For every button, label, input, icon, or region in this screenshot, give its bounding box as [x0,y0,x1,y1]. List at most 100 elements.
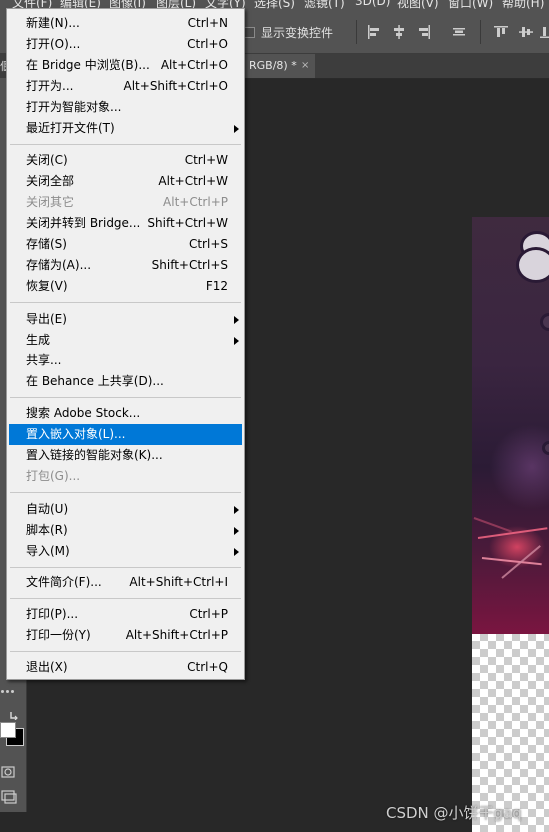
menu-item-share[interactable]: 共享... [9,350,242,371]
menu-item-generate[interactable]: 生成 [9,330,242,351]
menu-separator [10,397,241,398]
menu-item-close-others: 关闭其它 Alt+Ctrl+P [9,192,242,213]
menu-filter[interactable]: 滤镜(T) [304,0,345,9]
menu-window[interactable]: 窗口(W) [448,0,493,9]
menu-item-label: 自动(U) [26,502,69,516]
menu-separator [10,302,241,303]
menu-help[interactable]: 帮助(H) [502,0,544,9]
menu-item-label: 脚本(R) [26,523,68,537]
menu-separator [10,651,241,652]
show-transform-controls-checkbox[interactable] [244,27,255,38]
menu-item-print-one-copy[interactable]: 打印一份(Y) Alt+Shift+Ctrl+P [9,625,242,646]
menu-3d[interactable]: 3D(D) [355,0,390,8]
menu-item-exit[interactable]: 退出(X) Ctrl+Q [9,657,242,678]
menu-item-label: 搜索 Adobe Stock... [26,406,141,420]
align-vertical-center-icon[interactable] [518,24,534,40]
menu-item-share-on-behance[interactable]: 在 Behance 上共享(D)... [9,371,242,392]
tool-dots [1,690,15,694]
menu-item-shortcut: Alt+Shift+Ctrl+P [125,628,228,642]
submenu-arrow-icon [234,527,239,535]
menu-item-package: 打包(G)... [9,466,242,487]
align-right-icon[interactable] [416,24,432,40]
align-horizontal-center-icon[interactable] [391,24,407,40]
menu-item-label: 共享... [26,353,62,367]
menu-item-shortcut: Ctrl+O [187,37,228,51]
menu-item-close[interactable]: 关闭(C) Ctrl+W [9,150,242,171]
menu-item-label: 打印一份(Y) [26,628,91,642]
menu-item-close-all[interactable]: 关闭全部 Alt+Ctrl+W [9,171,242,192]
document-tab-title: RGB/8) * [249,59,297,72]
menu-item-open-recent[interactable]: 最近打开文件(T) [9,118,242,139]
light-flare [481,557,542,566]
menu-item-shortcut: Ctrl+Q [187,660,228,674]
menu-item-label: 最近打开文件(T) [26,121,115,135]
menu-item-shortcut: Ctrl+P [189,607,228,621]
menu-item-revert[interactable]: 恢复(V) F12 [9,276,242,297]
document-canvas[interactable] [472,217,549,832]
ring-shape [540,313,549,331]
file-menu-dropdown: 新建(N)... Ctrl+N 打开(O)... Ctrl+O 在 Bridge 中… [6,8,245,680]
menu-item-export[interactable]: 导出(E) [9,309,242,330]
menu-item-shortcut: Shift+Ctrl+S [151,258,228,272]
menu-item-shortcut: F12 [205,279,228,293]
menu-item-import[interactable]: 导入(M) [9,541,242,562]
menu-view[interactable]: 视图(V) [397,0,439,9]
menu-item-label: 导入(M) [26,544,70,558]
menu-item-browse-in-bridge[interactable]: 在 Bridge 中浏览(B)... Alt+Ctrl+O [9,55,242,76]
menu-separator [10,567,241,568]
menu-item-label: 关闭其它 [26,195,75,209]
menu-item-label: 打开为... [26,79,74,93]
menu-item-label: 新建(N)... [26,16,80,30]
submenu-arrow-icon [234,506,239,514]
align-top-icon[interactable] [493,24,509,40]
menu-item-open-as-smart-object[interactable]: 打开为智能对象... [9,97,242,118]
swap-colors-icon[interactable] [9,708,21,720]
menu-item-open-as[interactable]: 打开为... Alt+Shift+Ctrl+O [9,76,242,97]
close-tab-icon[interactable]: × [301,54,309,77]
options-divider [480,20,481,44]
dot-icon [11,690,14,693]
menu-item-label: 存储(S) [26,237,67,251]
screen-mode-icon[interactable] [1,790,17,804]
options-divider [356,20,357,44]
document-tab[interactable]: RGB/8) * × [245,54,315,78]
menu-item-save[interactable]: 存储(S) Ctrl+S [9,234,242,255]
cloud-shape [516,247,549,283]
menu-item-close-and-go-to-bridge[interactable]: 关闭并转到 Bridge... Shift+Ctrl+W [9,213,242,234]
menu-item-label: 退出(X) [26,660,68,674]
menu-item-place-embedded[interactable]: 置入嵌入对象(L)... [9,424,242,445]
menu-item-file-info[interactable]: 文件简介(F)... Alt+Shift+Ctrl+I [9,572,242,593]
light-flare [473,517,512,533]
menu-item-label: 文件简介(F)... [26,575,102,589]
menu-item-label: 打开(O)... [26,37,81,51]
menu-item-label: 置入链接的智能对象(K)... [26,448,163,462]
quick-mask-icon[interactable] [1,766,15,778]
align-left-icon[interactable] [366,24,382,40]
menu-item-label: 存储为(A)... [26,258,92,272]
menu-item-shortcut: Ctrl+W [184,153,228,167]
menu-item-save-as[interactable]: 存储为(A)... Shift+Ctrl+S [9,255,242,276]
menu-item-search-adobe-stock[interactable]: 搜索 Adobe Stock... [9,403,242,424]
menu-item-place-linked[interactable]: 置入链接的智能对象(K)... [9,445,242,466]
menu-item-label: 打开为智能对象... [26,100,122,114]
menu-item-label: 在 Bridge 中浏览(B)... [26,58,150,72]
menu-item-shortcut: Alt+Shift+Ctrl+I [129,575,228,589]
menu-item-open[interactable]: 打开(O)... Ctrl+O [9,34,242,55]
menu-item-automate[interactable]: 自动(U) [9,499,242,520]
menu-item-label: 关闭并转到 Bridge... [26,216,141,230]
distribute-icon[interactable] [451,24,467,40]
artwork-image [472,217,549,634]
show-transform-controls-label: 显示变换控件 [261,26,334,40]
menu-item-scripts[interactable]: 脚本(R) [9,520,242,541]
menu-item-label: 生成 [26,333,51,347]
foreground-color-swatch[interactable] [0,722,16,738]
menu-item-shortcut: Ctrl+N [187,16,228,30]
menu-item-new[interactable]: 新建(N)... Ctrl+N [9,13,242,34]
light-flare [477,527,548,539]
menu-select[interactable]: 选择(S) [254,0,295,9]
menu-item-print[interactable]: 打印(P)... Ctrl+P [9,604,242,625]
menu-item-label: 打印(P)... [26,607,79,621]
submenu-arrow-icon [234,316,239,324]
align-bottom-icon[interactable] [540,24,549,40]
menu-item-shortcut: Alt+Ctrl+W [158,174,228,188]
